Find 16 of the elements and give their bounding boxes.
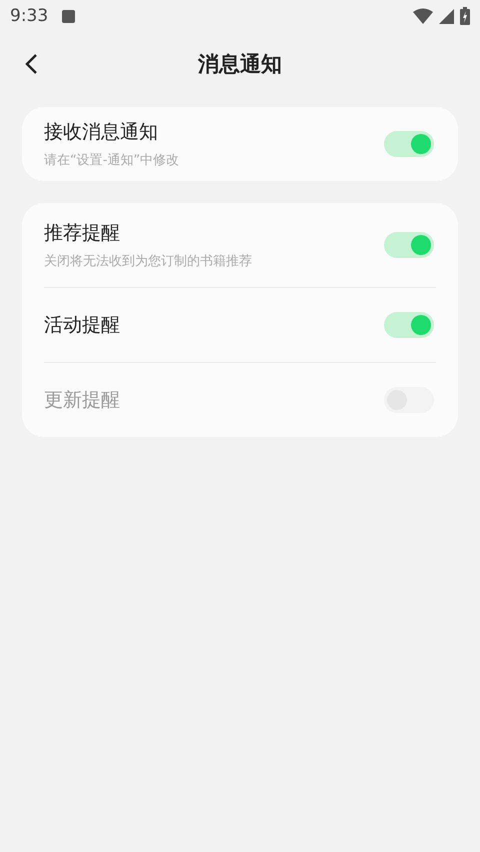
toggle-switch[interactable] [384, 131, 434, 157]
battery-icon [460, 7, 470, 25]
back-icon[interactable] [24, 53, 38, 75]
page-title: 消息通知 [198, 51, 282, 78]
wifi-icon [413, 8, 433, 24]
app-notification-icon [62, 10, 76, 22]
setting-title: 推荐提醒 [44, 221, 121, 246]
status-time: 9:33 [10, 6, 48, 26]
setting-description: 关闭将无法收到为您订制的书籍推荐 [44, 253, 253, 270]
toggle-switch[interactable] [384, 312, 434, 338]
setting-description: 请在“设置-通知”中修改 [44, 152, 180, 169]
setting-title: 更新提醒 [44, 388, 121, 413]
signal-icon [439, 8, 454, 24]
setting-title: 活动提醒 [44, 313, 121, 338]
setting-title: 接收消息通知 [44, 120, 159, 145]
toggle-switch[interactable] [384, 232, 434, 258]
